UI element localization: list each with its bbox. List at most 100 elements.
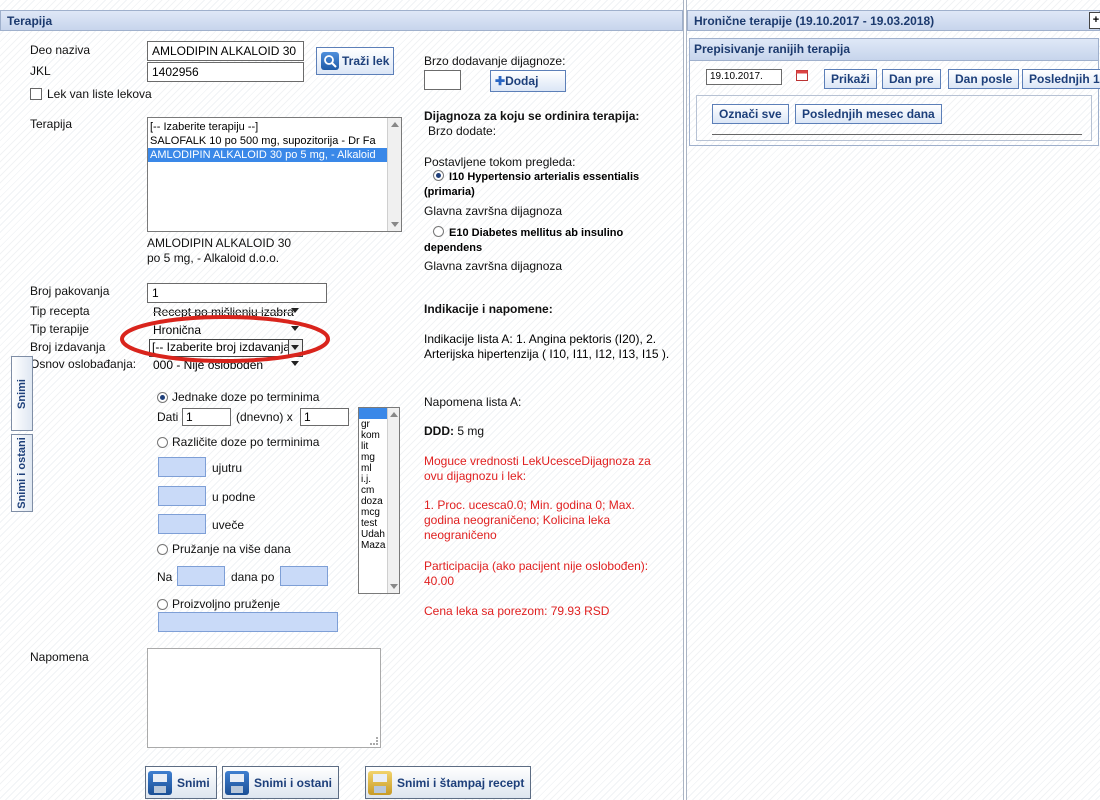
poslednjih-10-button[interactable]: Poslednjih 10 <box>1022 69 1100 89</box>
unit-option[interactable] <box>359 408 387 419</box>
trazi-lek-label: Traži lek <box>342 54 390 68</box>
prepisivanje-header: Prepisivanje ranijih terapija <box>690 39 1098 61</box>
dijagnoza-heading: Dijagnoza za koju se ordinira terapija: <box>424 109 640 123</box>
diag2-sub: Glavna završna dijagnoza <box>424 259 563 273</box>
dati-input[interactable]: 1 <box>182 408 231 426</box>
unit-option[interactable]: Udah <box>359 529 387 540</box>
pruzanje-vise-dana-label: Pružanje na više dana <box>172 542 291 556</box>
diag2-title: E10 Diabetes mellitus ab insulino depend… <box>424 227 624 254</box>
unit-option[interactable]: gr <box>359 419 387 430</box>
unit-option[interactable]: test <box>359 518 387 529</box>
proizvoljno-radio[interactable] <box>157 599 168 610</box>
postavljene-label: Postavljene tokom pregleda: <box>424 155 576 169</box>
jednake-doze-label: Jednake doze po terminima <box>172 390 320 404</box>
calendar-icon[interactable] <box>796 69 808 81</box>
terapija-scrollbar[interactable] <box>387 118 401 231</box>
oznaci-sve-button[interactable]: Označi sve <box>712 104 789 124</box>
unit-option[interactable]: doza <box>359 496 387 507</box>
prikazi-button[interactable]: Prikaži <box>824 69 877 89</box>
lek-van-liste-checkbox[interactable] <box>30 88 42 100</box>
deo-naziva-label: Deo naziva <box>30 43 91 57</box>
cena-text: Cena leka sa porezom: 79.93 RSD <box>424 604 610 618</box>
date-input[interactable]: 19.10.2017. <box>706 69 782 85</box>
pruzanje-vise-dana-radio[interactable] <box>157 544 168 555</box>
drug-info-line1: AMLODIPIN ALKALOID 30 <box>147 236 292 250</box>
terapija-listbox[interactable]: [-- Izaberite terapiju --] SALOFALK 10 po… <box>147 117 402 232</box>
floppy-disk-icon <box>148 770 172 795</box>
dana-po-input[interactable] <box>280 566 328 586</box>
scroll-down-icon[interactable] <box>390 584 398 589</box>
unit-option[interactable]: i.j. <box>359 474 387 485</box>
diag1-sub: Glavna završna dijagnoza <box>424 204 563 218</box>
razlicite-doze-radio[interactable] <box>157 437 168 448</box>
na-label: Na <box>157 570 173 584</box>
unit-option[interactable]: cm <box>359 485 387 496</box>
scroll-down-icon[interactable] <box>391 222 399 227</box>
expand-plus-button[interactable]: + <box>1089 12 1100 29</box>
ddd-row: DDD: 5 mg <box>424 424 484 438</box>
snimi-button[interactable]: Snimi <box>145 766 217 799</box>
ddd-value: 5 mg <box>457 424 485 438</box>
dnevno-label: (dnevno) x <box>236 410 293 424</box>
moguce-text: Moguce vrednosti LekUcesceDijagnoza za o… <box>424 454 651 483</box>
plus-icon: ✚ <box>495 74 506 88</box>
broj-izdavanja-label: Broj izdavanja <box>30 340 106 354</box>
razlicite-doze-label: Različite doze po terminima <box>172 435 320 449</box>
broj-pakovanja-input[interactable]: 1 <box>147 283 327 303</box>
plus-icon: + <box>1092 14 1100 26</box>
floppy-disk-icon <box>225 770 249 795</box>
units-listbox[interactable]: gr kom lit mg ml i.j. cm doza mcg test Udah Maza <box>358 407 400 594</box>
tab-snimi[interactable]: Snimi <box>11 356 33 431</box>
unit-option[interactable]: lit <box>359 441 387 452</box>
unit-option[interactable]: ml <box>359 463 387 474</box>
tip-terapije-label: Tip terapije <box>30 322 89 336</box>
snimi-button-label: Snimi <box>177 775 210 790</box>
brzo-dodavanje-label: Brzo dodavanje dijagnoze: <box>424 54 566 68</box>
dnevno-input[interactable]: 1 <box>300 408 349 426</box>
jkl-label: JKL <box>30 64 51 78</box>
scroll-up-icon[interactable] <box>390 412 398 417</box>
terapija-option[interactable]: [-- Izaberite terapiju --] <box>148 120 387 134</box>
terapija-option[interactable]: AMLODIPIN ALKALOID 30 po 5 mg, - Alkaloi… <box>148 148 387 162</box>
proc-ucesca-text: 1. Proc. ucesca0.0; Min. godina 0; Max. … <box>424 498 635 542</box>
jkl-input[interactable]: 1402956 <box>147 62 304 82</box>
tab-snimi-i-ostani[interactable]: Snimi i ostani <box>11 434 33 512</box>
unit-option[interactable]: Maza <box>359 540 387 551</box>
u-podne-input[interactable] <box>158 486 206 506</box>
highlight-ellipse <box>120 315 330 363</box>
tip-recepta-label: Tip recepta <box>30 304 90 318</box>
scroll-up-icon[interactable] <box>391 122 399 127</box>
brzo-dodavanje-input[interactable] <box>424 70 461 90</box>
snimi-i-ostani-button[interactable]: Snimi i ostani <box>222 766 340 799</box>
unit-option[interactable]: mg <box>359 452 387 463</box>
ujutru-input[interactable] <box>158 457 206 477</box>
snimi-ostani-button-label: Snimi i ostani <box>254 775 333 790</box>
dodaj-label: Dodaj <box>505 74 539 88</box>
jednake-doze-radio[interactable] <box>157 392 168 403</box>
dodaj-button[interactable]: ✚Dodaj <box>490 70 566 92</box>
snimi-stampaj-button-label: Snimi i štampaj recept <box>397 775 525 790</box>
brzo-dodate-label: Brzo dodate: <box>428 124 497 138</box>
terapija-option[interactable]: SALOFALK 10 po 500 mg, supozitorija - Dr… <box>148 134 387 148</box>
tab-snimi-ostani-label: Snimi i ostani <box>16 437 28 509</box>
terapija-label: Terapija <box>30 117 73 131</box>
deo-naziva-input[interactable]: AMLODIPIN ALKALOID 30 <box>147 41 304 61</box>
na-dana-input[interactable] <box>177 566 225 586</box>
unit-option[interactable]: mcg <box>359 507 387 518</box>
napomena-textarea[interactable] <box>147 648 381 748</box>
tab-snimi-label: Snimi <box>16 378 28 409</box>
dan-posle-button[interactable]: Dan posle <box>948 69 1020 89</box>
trazi-lek-button[interactable]: Traži lek <box>316 47 395 75</box>
dan-pre-button[interactable]: Dan pre <box>882 69 941 89</box>
drug-info-line2: po 5 mg, - Alkaloid d.o.o. <box>147 251 280 265</box>
uvece-input[interactable] <box>158 514 206 534</box>
resize-handle-icon[interactable] <box>370 737 378 745</box>
poslednjih-mesec-button[interactable]: Poslednjih mesec dana <box>795 104 942 124</box>
unit-option[interactable]: kom <box>359 430 387 441</box>
hronicne-terapije-header: Hronične terapije (19.10.2017 - 19.03.20… <box>687 10 1100 31</box>
units-scrollbar[interactable] <box>387 408 399 593</box>
search-drug-icon <box>321 52 339 70</box>
indikacije-text: Indikacije lista A: 1. Angina pektoris (… <box>424 332 670 361</box>
proizvoljno-input[interactable] <box>158 612 338 632</box>
snimi-i-stampaj-button[interactable]: Snimi i štampaj recept <box>365 766 532 799</box>
